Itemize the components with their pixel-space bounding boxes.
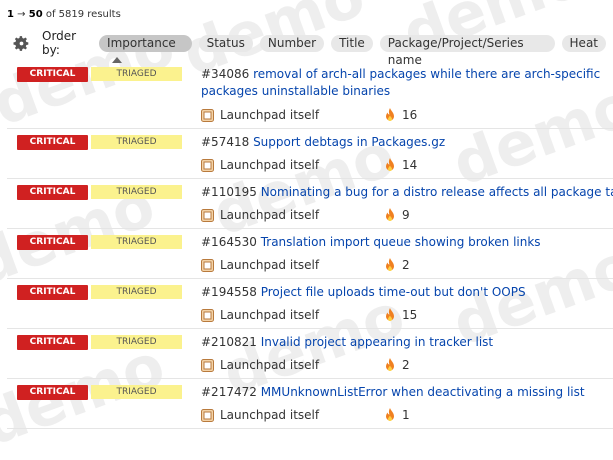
- order-by-label: Order by:: [42, 29, 77, 57]
- heat-value: 15: [402, 308, 418, 322]
- bug-list: CRITICAL TRIAGED #34086 removal of arch-…: [0, 61, 613, 429]
- bug-title-link[interactable]: removal of arch-all packages while there…: [201, 67, 600, 98]
- bug-title-link[interactable]: Translation import queue showing broken …: [261, 235, 541, 249]
- bug-heat: 1: [384, 408, 410, 422]
- range-arrow: →: [17, 9, 26, 20]
- bug-project: Launchpad itself: [201, 308, 319, 322]
- importance-badge: CRITICAL: [17, 285, 88, 300]
- bug-title-link[interactable]: Support debtags in Packages.gz: [253, 135, 445, 149]
- bug-row: CRITICAL TRIAGED #57418 Support debtags …: [7, 129, 613, 179]
- bug-title: #217472 MMUnknownListError when deactiva…: [201, 384, 613, 401]
- bug-project: Launchpad itself: [201, 358, 319, 372]
- project-icon: [201, 108, 214, 122]
- bug-project: Launchpad itself: [201, 158, 319, 172]
- bug-row: CRITICAL TRIAGED #210821 Invalid project…: [7, 329, 613, 379]
- sort-importance-label: Importance: [107, 35, 176, 50]
- bug-heat: 16: [384, 108, 417, 122]
- importance-badge: CRITICAL: [17, 67, 88, 82]
- bug-title-link[interactable]: Project file uploads time-out but don't …: [261, 285, 526, 299]
- flame-icon: [386, 408, 394, 421]
- bug-number: #217472: [201, 385, 257, 399]
- bug-title: #164530 Translation import queue showing…: [201, 234, 613, 251]
- bug-row: CRITICAL TRIAGED #194558 Project file up…: [7, 279, 613, 329]
- bug-number: #110195: [201, 185, 257, 199]
- range-end: 50: [28, 9, 43, 20]
- project-name: Launchpad itself: [220, 358, 320, 372]
- bug-number: #194558: [201, 285, 257, 299]
- bug-project: Launchpad itself: [201, 408, 319, 422]
- importance-badge: CRITICAL: [17, 335, 88, 350]
- status-badge: TRIAGED: [91, 285, 182, 299]
- bug-project: Launchpad itself: [201, 208, 319, 222]
- bug-title: #57418 Support debtags in Packages.gz: [201, 134, 613, 151]
- project-icon: [201, 158, 214, 172]
- project-icon: [201, 258, 214, 272]
- order-bar: Order by: Importance Status Number Title…: [13, 29, 613, 67]
- importance-badge: CRITICAL: [17, 185, 88, 200]
- sort-status-button[interactable]: Status: [198, 34, 253, 52]
- range-start: 1: [7, 9, 14, 20]
- flame-icon: [386, 108, 394, 121]
- flame-icon: [386, 308, 394, 321]
- bug-project: Launchpad itself: [201, 108, 319, 122]
- importance-badge: CRITICAL: [17, 135, 88, 150]
- gear-icon[interactable]: [13, 34, 30, 52]
- bug-row: CRITICAL TRIAGED #110195 Nominating a bu…: [7, 179, 613, 229]
- importance-badge: CRITICAL: [17, 385, 88, 400]
- flame-icon: [386, 258, 394, 271]
- bug-number: #164530: [201, 235, 257, 249]
- status-badge: TRIAGED: [91, 335, 182, 349]
- bug-title: #210821 Invalid project appearing in tra…: [201, 334, 613, 351]
- flame-icon: [386, 158, 394, 171]
- bug-heat: 2: [384, 358, 410, 372]
- total-results: of 5819 results: [45, 9, 121, 20]
- sort-number-button[interactable]: Number: [259, 34, 325, 52]
- sort-package-button[interactable]: Package/Project/Series name: [379, 34, 555, 67]
- project-name: Launchpad itself: [220, 158, 320, 172]
- project-name: Launchpad itself: [220, 108, 320, 122]
- status-badge: TRIAGED: [91, 185, 182, 199]
- project-icon: [201, 408, 214, 422]
- heat-value: 1: [402, 408, 410, 422]
- bug-row: CRITICAL TRIAGED #34086 removal of arch-…: [7, 61, 613, 129]
- sort-title-button[interactable]: Title: [331, 34, 373, 52]
- project-name: Launchpad itself: [220, 408, 320, 422]
- project-icon: [201, 208, 214, 222]
- bug-title-link[interactable]: MMUnknownListError when deactivating a m…: [261, 385, 585, 399]
- bug-project: Launchpad itself: [201, 258, 319, 272]
- flame-icon: [386, 208, 394, 221]
- bug-title: #194558 Project file uploads time-out bu…: [201, 284, 613, 301]
- heat-value: 2: [402, 358, 410, 372]
- result-count: 1 → 50 of 5819 results: [7, 9, 121, 20]
- bug-heat: 2: [384, 258, 410, 272]
- bug-heat: 15: [384, 308, 417, 322]
- bug-title-link[interactable]: Invalid project appearing in tracker lis…: [261, 335, 493, 349]
- importance-badge: CRITICAL: [17, 235, 88, 250]
- heat-value: 14: [402, 158, 418, 172]
- bug-number: #57418: [201, 135, 250, 149]
- bug-heat: 14: [384, 158, 417, 172]
- project-icon: [201, 308, 214, 322]
- project-icon: [201, 358, 214, 372]
- status-badge: TRIAGED: [91, 135, 182, 149]
- heat-value: 9: [402, 208, 410, 222]
- status-badge: TRIAGED: [91, 385, 182, 399]
- project-name: Launchpad itself: [220, 208, 320, 222]
- bug-number: #210821: [201, 335, 257, 349]
- bug-heat: 9: [384, 208, 410, 222]
- flame-icon: [386, 358, 394, 371]
- heat-value: 2: [402, 258, 410, 272]
- bug-number: #34086: [201, 67, 250, 81]
- sort-importance-button[interactable]: Importance: [99, 34, 192, 63]
- sort-heat-button[interactable]: Heat: [561, 34, 606, 52]
- project-name: Launchpad itself: [220, 308, 320, 322]
- status-badge: TRIAGED: [91, 67, 182, 81]
- project-name: Launchpad itself: [220, 258, 320, 272]
- heat-value: 16: [402, 108, 418, 122]
- bug-title: #110195 Nominating a bug for a distro re…: [201, 184, 613, 201]
- bug-title-link[interactable]: Nominating a bug for a distro release af…: [261, 185, 613, 199]
- bug-row: CRITICAL TRIAGED #164530 Translation imp…: [7, 229, 613, 279]
- bug-title: #34086 removal of arch-all packages whil…: [201, 66, 613, 100]
- status-badge: TRIAGED: [91, 235, 182, 249]
